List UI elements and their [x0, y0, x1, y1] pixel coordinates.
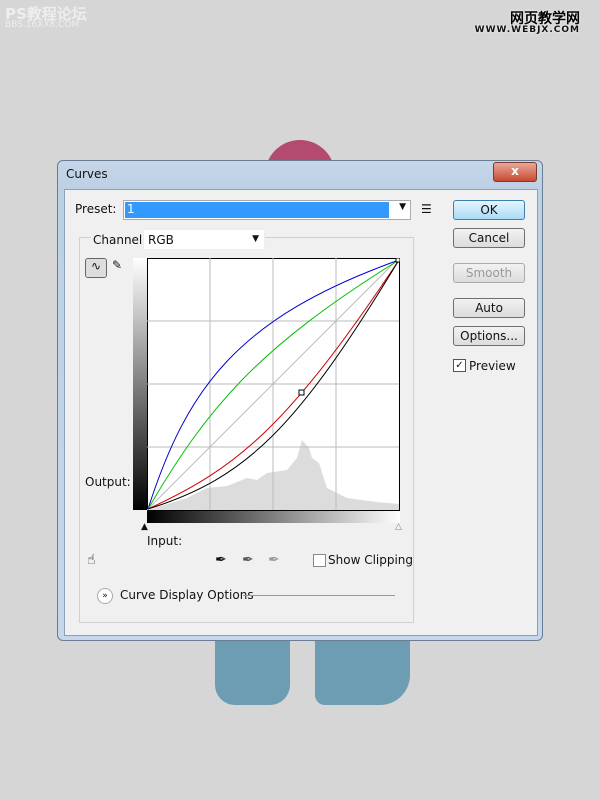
curve-display-options-label[interactable]: Curve Display Options: [120, 588, 254, 602]
channel-select[interactable]: RGB ▼: [143, 229, 265, 250]
watermark-left-url: BBS.16XX8.COM: [5, 20, 80, 30]
cancel-button[interactable]: Cancel: [453, 228, 525, 248]
white-eyedropper-icon[interactable]: ✒: [268, 552, 280, 568]
preset-label: Preset:: [75, 202, 117, 216]
show-clipping-checkbox[interactable]: [313, 554, 326, 567]
white-point-slider[interactable]: △: [395, 522, 402, 532]
auto-button[interactable]: Auto: [453, 298, 525, 318]
curves-dialog: Curves x Preset: 1 ▼ ☰ OK Cancel Smooth …: [57, 160, 543, 641]
options-button[interactable]: Options...: [453, 326, 525, 346]
divider: [243, 595, 395, 596]
black-eyedropper-icon[interactable]: ✒: [215, 552, 227, 568]
chevron-down-icon: ▼: [399, 202, 406, 212]
close-button[interactable]: x: [493, 162, 537, 182]
preset-select[interactable]: 1 ▼: [123, 200, 411, 220]
background-photo-leg: [215, 630, 290, 705]
preset-menu-icon[interactable]: ☰: [421, 202, 432, 216]
expand-chevron-icon[interactable]: »: [97, 588, 113, 604]
watermark-right-url: WWW.WEBJX.COM: [474, 25, 580, 35]
curve-graph[interactable]: [147, 258, 400, 511]
curve-tool-icon[interactable]: ∿: [85, 258, 107, 278]
curve-endpoint: [395, 258, 400, 263]
chevron-down-icon: ▼: [252, 234, 259, 244]
ok-button[interactable]: OK: [453, 200, 525, 220]
dialog-body: Preset: 1 ▼ ☰ OK Cancel Smooth Auto Opti…: [64, 189, 538, 636]
curve-control-point: [298, 389, 305, 396]
hand-adjust-icon[interactable]: ☝: [87, 552, 96, 568]
output-label: Output:: [85, 475, 131, 489]
preset-value: 1: [125, 202, 389, 218]
preview-checkbox[interactable]: ✓: [453, 359, 466, 372]
input-label: Input:: [147, 534, 183, 548]
gray-eyedropper-icon[interactable]: ✒: [242, 552, 254, 568]
smooth-button[interactable]: Smooth: [453, 263, 525, 283]
channel-label: Channel:: [91, 233, 149, 247]
output-gradient: [133, 258, 147, 510]
channel-value: RGB: [148, 233, 174, 247]
preview-label: Preview: [469, 359, 516, 373]
dialog-title: Curves: [66, 167, 108, 181]
background-photo-leg: [315, 630, 410, 705]
pencil-icon[interactable]: ✎: [112, 258, 122, 272]
black-point-slider[interactable]: ▲: [141, 522, 148, 532]
show-clipping-label: Show Clipping: [328, 553, 414, 567]
input-gradient: [147, 511, 400, 523]
